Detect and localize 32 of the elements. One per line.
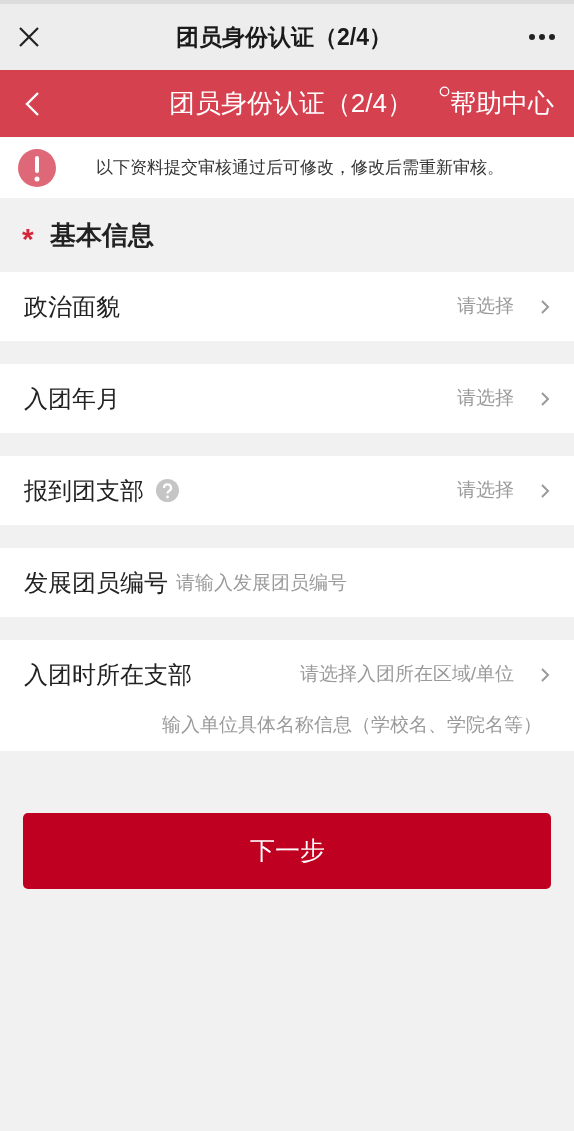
help-center-link[interactable]: 帮助中心 [450, 84, 554, 123]
select-row[interactable]: 入团时所在支部 请选择入团所在区域/单位 [0, 640, 574, 709]
select-placeholder: 请选择 [457, 294, 514, 319]
field-label: 发展团员编号 [24, 567, 168, 598]
select-placeholder: 请选择 [457, 478, 514, 503]
field-label: 入团时所在支部 [24, 659, 192, 690]
required-mark: * [22, 224, 34, 254]
input-field[interactable]: 输入单位具体名称信息（学校名、学院名等） [112, 709, 542, 741]
notice-text: 以下资料提交审核通过后可修改，修改后需重新审核。 [96, 156, 504, 179]
field-label: 政治面貌 [24, 291, 120, 322]
back-icon[interactable] [24, 90, 40, 117]
close-icon[interactable] [18, 26, 40, 48]
section-title: 基本信息 [49, 218, 154, 252]
chevron-right-icon [540, 482, 550, 499]
chevron-right-icon [540, 666, 550, 683]
circle-icon [439, 86, 450, 97]
next-button[interactable]: 下一步 [23, 813, 551, 889]
field-label: 报到团支部 [24, 475, 144, 506]
select-placeholder: 请选择入团所在区域/单位 [299, 662, 514, 687]
select-row[interactable]: 入团年月 请选择 [0, 364, 574, 433]
chevron-right-icon [540, 298, 550, 315]
warning-icon [18, 148, 56, 187]
more-icon[interactable] [528, 33, 556, 41]
page-title: 团员身份认证（2/4） [168, 87, 413, 120]
input-field[interactable]: 请输入发展团员编号 [176, 562, 550, 603]
select-placeholder: 请选择 [457, 386, 514, 411]
select-row[interactable]: 报到团支部 请选择 [0, 456, 574, 525]
window-title: 团员身份认证（2/4） [176, 22, 392, 52]
chevron-right-icon [540, 390, 550, 407]
field-label: 入团年月 [24, 383, 120, 414]
input-row[interactable]: 发展团员编号 请输入发展团员编号 [0, 548, 574, 617]
select-row[interactable]: 政治面貌 请选择 [0, 272, 574, 341]
